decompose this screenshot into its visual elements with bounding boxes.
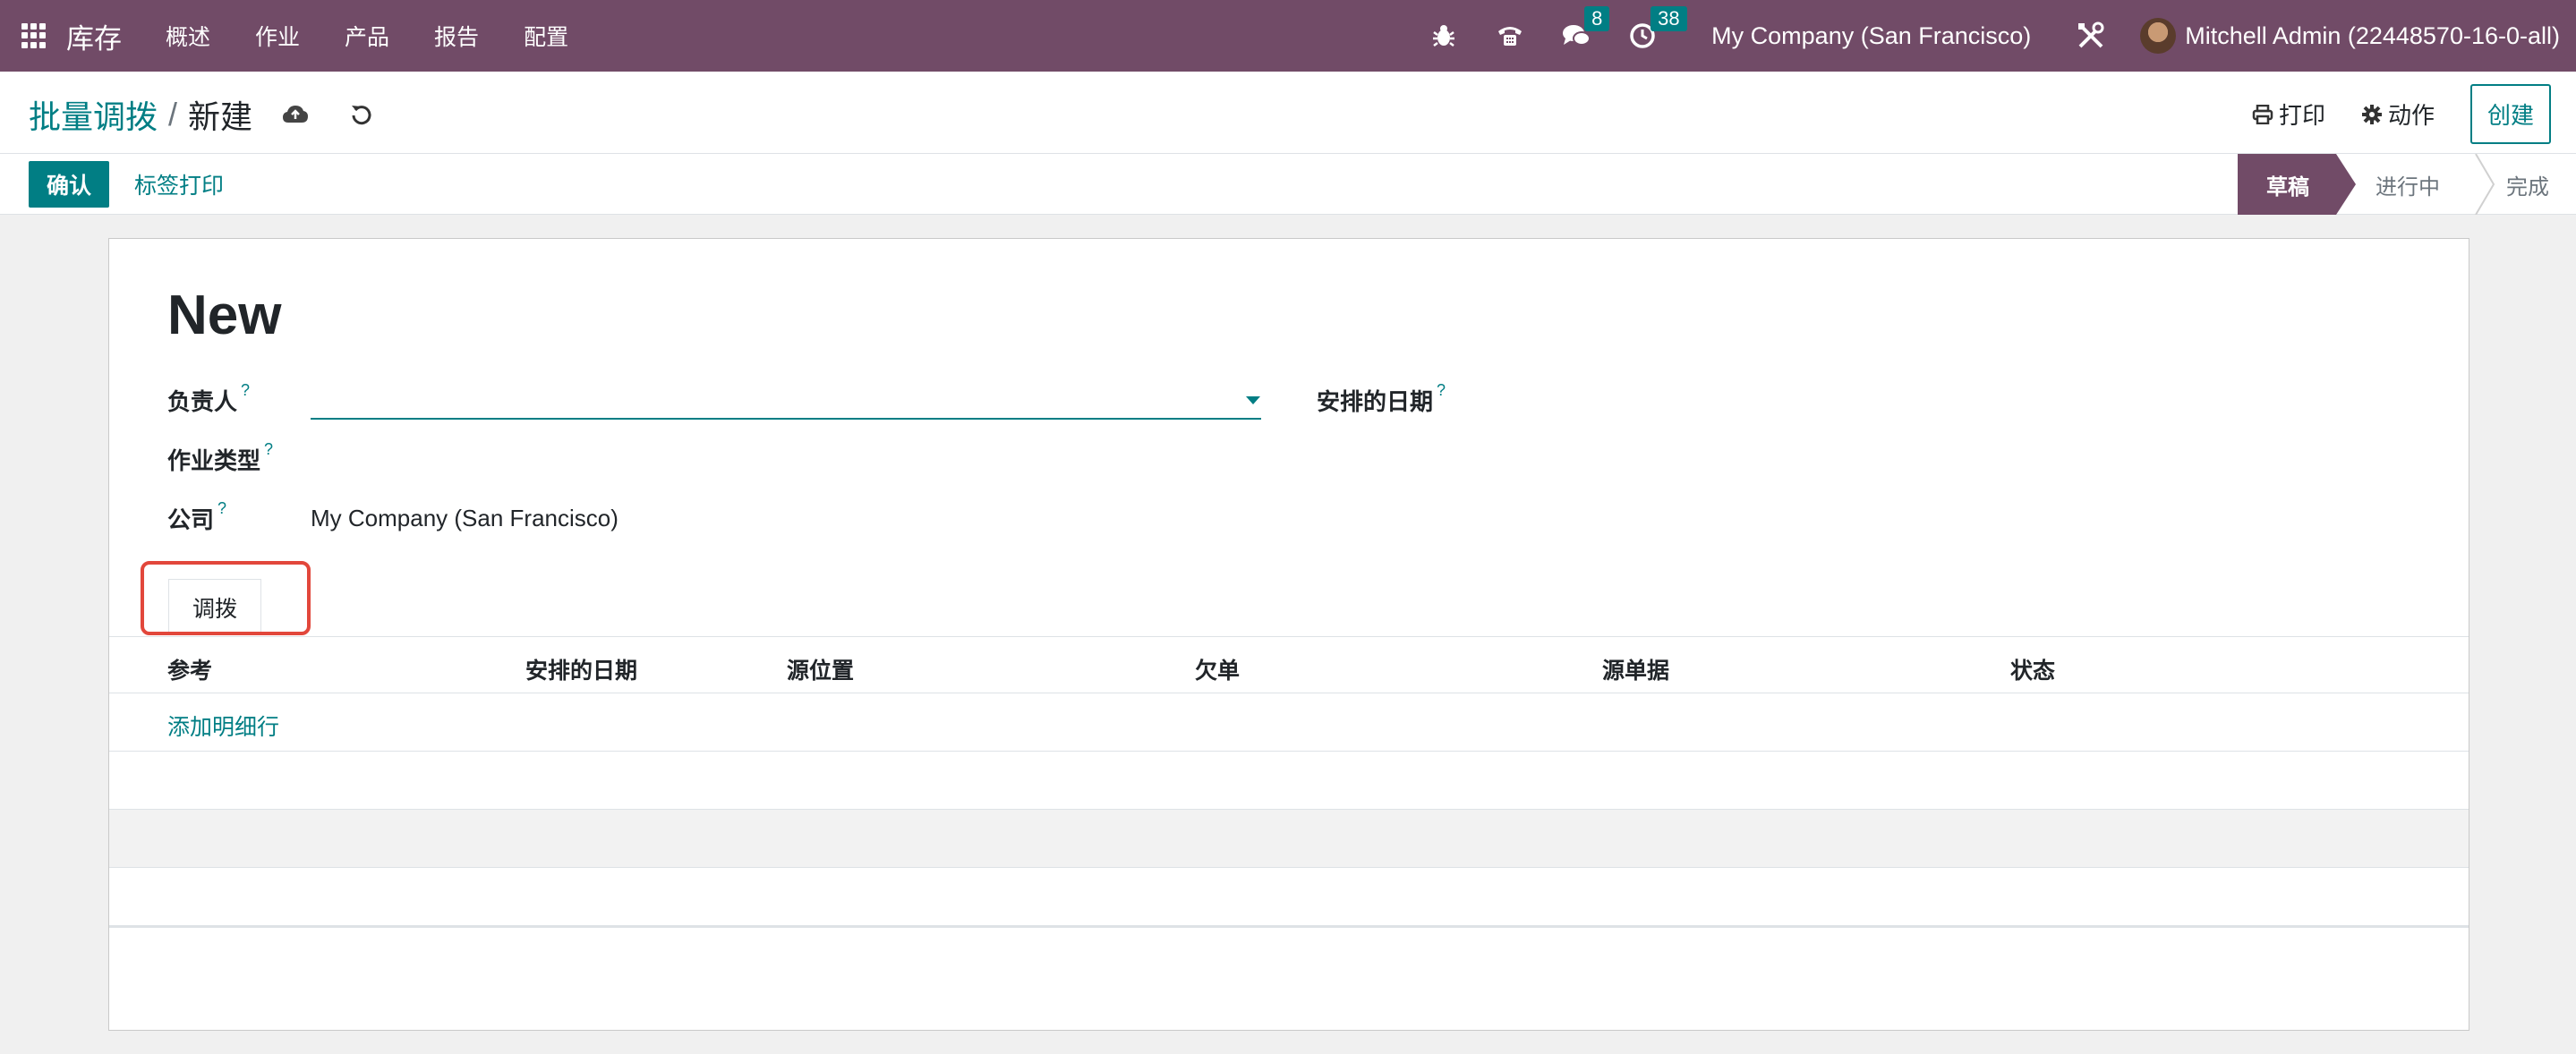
debug-bug-icon[interactable] <box>1429 21 1459 51</box>
action-label: 动作 <box>2387 102 2435 129</box>
activities-clock-icon[interactable]: 38 <box>1627 6 1687 51</box>
help-tooltip-icon[interactable]: ? <box>218 499 226 517</box>
control-actions: 打印 动作 创建 <box>2252 84 2551 144</box>
table-row <box>109 810 2469 868</box>
status-bar: 确认 标签打印 草稿 进行中 完成 <box>0 154 2576 215</box>
print-label: 打印 <box>2278 102 2325 129</box>
responsible-dropdown-caret-icon[interactable] <box>1246 396 1260 404</box>
breadcrumb-parent[interactable]: 批量调拨 <box>29 91 158 138</box>
confirm-button[interactable]: 确认 <box>29 161 110 208</box>
apps-menu-icon[interactable] <box>21 23 47 48</box>
company-value[interactable]: My Company (San Francisco) <box>311 505 618 532</box>
record-title: New <box>167 285 282 346</box>
print-menu[interactable]: 打印 <box>2252 98 2325 131</box>
column-reference[interactable]: 参考 <box>167 653 212 685</box>
add-line-link[interactable]: 添加明细行 <box>167 710 279 742</box>
table-row <box>109 752 2469 810</box>
responsible-label-text: 负责人 <box>167 388 238 415</box>
form-sheet: New 负责人? 安排的日期? 作业类型? 公司? My Company (Sa… <box>108 238 2469 1031</box>
company-switcher[interactable]: My Company (San Francisco) <box>1711 22 2031 50</box>
table-header: 参考 安排的日期 源位置 欠单 源单据 状态 <box>109 636 2469 693</box>
phone-icon[interactable] <box>1495 21 1525 51</box>
stage-done-label: 完成 <box>2506 174 2549 200</box>
column-status[interactable]: 状态 <box>2010 653 2055 685</box>
transfers-table: 参考 安排的日期 源位置 欠单 源单据 状态 添加明细行 <box>109 636 2469 928</box>
action-menu[interactable]: 动作 <box>2361 98 2435 131</box>
stage-draft[interactable]: 草稿 <box>2238 154 2356 215</box>
column-source-location[interactable]: 源位置 <box>787 653 854 685</box>
breadcrumb: 批量调拨 / 新建 <box>29 91 380 138</box>
menu-products[interactable]: 产品 <box>345 20 389 52</box>
gear-icon <box>2361 104 2382 124</box>
highlight-box <box>141 561 311 635</box>
save-cloud-icon[interactable] <box>277 97 313 132</box>
responsible-label: 负责人? <box>167 381 250 417</box>
column-scheduled-date[interactable]: 安排的日期 <box>525 653 637 685</box>
column-backorder[interactable]: 欠单 <box>1195 653 1240 685</box>
create-button[interactable]: 创建 <box>2469 84 2551 144</box>
discard-undo-icon[interactable] <box>344 97 380 132</box>
activities-badge: 38 <box>1651 6 1687 31</box>
help-tooltip-icon[interactable]: ? <box>264 440 273 458</box>
stage-in-progress-label: 进行中 <box>2376 174 2440 200</box>
menu-overview[interactable]: 概述 <box>166 20 210 52</box>
app-name[interactable]: 库存 <box>66 16 122 56</box>
operation-type-label: 作业类型? <box>167 440 273 476</box>
column-source-document[interactable]: 源单据 <box>1602 653 1669 685</box>
top-navbar: 库存 概述 作业 产品 报告 配置 8 38 My Company (San F… <box>0 0 2576 72</box>
breadcrumb-current: 新建 <box>188 98 253 135</box>
messages-icon[interactable]: 8 <box>1561 6 1610 51</box>
user-avatar[interactable] <box>2140 18 2177 54</box>
menu-operations[interactable]: 作业 <box>255 20 300 52</box>
company-label-text: 公司 <box>167 506 215 533</box>
help-tooltip-icon[interactable]: ? <box>241 381 250 399</box>
messages-badge: 8 <box>1584 6 1610 31</box>
user-menu[interactable]: Mitchell Admin (22448570-16-0-all) <box>2185 22 2560 50</box>
breadcrumb-separator: / <box>168 96 178 132</box>
table-footer <box>109 926 2469 928</box>
responsible-input[interactable] <box>311 378 1261 420</box>
scheduled-date-label: 安排的日期? <box>1317 381 1446 417</box>
print-labels-button[interactable]: 标签打印 <box>134 161 224 208</box>
company-label: 公司? <box>167 499 226 535</box>
help-tooltip-icon[interactable]: ? <box>1437 381 1446 399</box>
scheduled-date-label-text: 安排的日期 <box>1317 388 1434 415</box>
navbar-right: 8 38 My Company (San Francisco) Mitchell… <box>1411 0 2576 72</box>
menu-configuration[interactable]: 配置 <box>524 20 568 52</box>
stage-done[interactable]: 完成 <box>2467 154 2576 215</box>
operation-type-label-text: 作业类型 <box>167 447 261 474</box>
tools-icon[interactable] <box>2076 21 2106 51</box>
table-row: 添加明细行 <box>109 693 2469 752</box>
stage-pipeline: 草稿 进行中 完成 <box>2238 154 2576 215</box>
control-panel: 批量调拨 / 新建 打印 动作 创建 <box>0 72 2576 154</box>
menu-reporting[interactable]: 报告 <box>434 20 479 52</box>
table-row <box>109 868 2469 926</box>
print-icon <box>2252 104 2273 124</box>
